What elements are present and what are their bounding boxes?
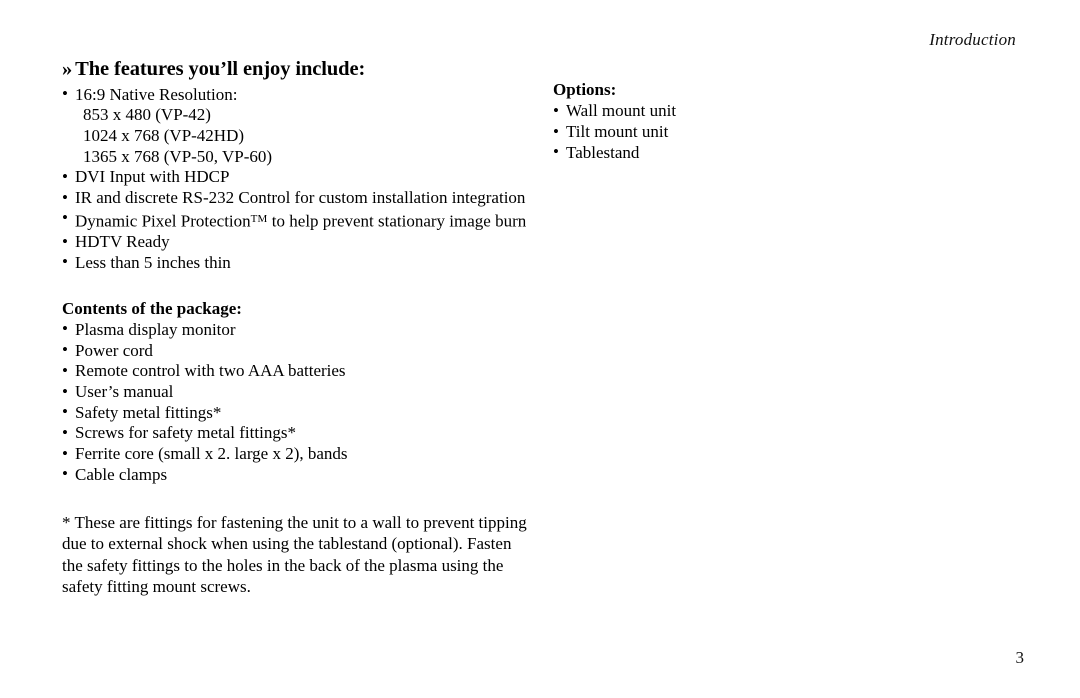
- package-title: Contents of the package:: [62, 298, 242, 318]
- page-title: » The features you’ll enjoy include:: [62, 58, 532, 82]
- list-item: Tablestand: [553, 142, 883, 164]
- page-number: 3: [1015, 648, 1025, 667]
- list-item-label: 16:9 Native Resolution:: [75, 84, 238, 104]
- list-item: Dynamic Pixel ProtectionTM to help preve…: [62, 208, 532, 232]
- list-item: HDTV Ready: [62, 232, 532, 253]
- list-item-label: 1024 x 768 (VP-42HD): [83, 125, 245, 145]
- list-item-label-suffix: to help prevent stationary image burn: [267, 211, 527, 231]
- list-item-label: Safety metal fittings*: [75, 402, 222, 422]
- list-item-label: DVI Input with HDCP: [75, 167, 230, 187]
- running-head: Introduction: [929, 30, 1016, 49]
- list-item-label: Wall mount unit: [566, 101, 677, 121]
- list-item: Safety metal fittings*: [62, 402, 532, 424]
- list-item: Wall mount unit: [553, 101, 883, 122]
- list-item: 853 x 480 (VP-42): [62, 105, 532, 126]
- list-item-label: Plasma display monitor: [75, 319, 236, 339]
- list-item-label: Less than 5 inches thin: [75, 252, 231, 272]
- right-column: Options: Wall mount unit Tilt mount unit…: [553, 80, 883, 164]
- options-list: Wall mount unit Tilt mount unit Tablesta…: [553, 101, 883, 163]
- list-item-label: Cable clamps: [75, 464, 168, 484]
- list-item: Ferrite core (small x 2. large x 2), ban…: [62, 444, 532, 465]
- features-list: 16:9 Native Resolution: 853 x 480 (VP-42…: [62, 84, 532, 274]
- list-item-label: Tablestand: [566, 142, 640, 162]
- list-item: Tilt mount unit: [553, 122, 883, 143]
- list-item: IR and discrete RS-232 Control for custo…: [62, 188, 532, 209]
- list-item: 16:9 Native Resolution:: [62, 84, 532, 106]
- list-item: Plasma display monitor: [62, 319, 532, 341]
- list-item: 1024 x 768 (VP-42HD): [62, 126, 532, 147]
- list-item-label: 1365 x 768 (VP-50, VP-60): [83, 146, 273, 166]
- footnote-spacer: [62, 486, 532, 512]
- list-item-label: Tilt mount unit: [566, 122, 669, 142]
- list-item: User’s manual: [62, 382, 532, 403]
- list-item: Power cord: [62, 340, 532, 362]
- footnote-text: * These are fittings for fastening the u…: [62, 512, 527, 597]
- list-item-label: Power cord: [75, 340, 153, 360]
- guillemet-icon: »: [62, 58, 73, 80]
- list-item-label: IR and discrete RS-232 Control for custo…: [75, 188, 526, 208]
- list-item-label: HDTV Ready: [75, 232, 170, 252]
- left-column: »The features you’ll enjoy include: 16:9…: [62, 58, 532, 598]
- package-contents-list: Plasma display monitor Power cord Remote…: [62, 319, 532, 486]
- page-title-text: The features you’ll enjoy include:: [75, 58, 366, 80]
- options-title: Options:: [553, 80, 617, 99]
- list-item-label: Remote control with two AAA batteries: [75, 361, 346, 381]
- list-item-label: Dynamic Pixel Protection: [75, 211, 251, 231]
- trademark-symbol: TM: [250, 212, 268, 225]
- list-item-label: User’s manual: [75, 382, 174, 401]
- list-item-label: 853 x 480 (VP-42): [83, 105, 211, 125]
- list-item: Less than 5 inches thin: [62, 252, 532, 274]
- list-item-label: Screws for safety metal fittings*: [75, 423, 296, 443]
- list-item: Remote control with two AAA batteries: [62, 361, 532, 382]
- list-item: DVI Input with HDCP: [62, 167, 532, 188]
- list-item: 1365 x 768 (VP-50, VP-60): [62, 147, 532, 168]
- document-page: Introduction » The features you’ll enjoy …: [0, 0, 1080, 698]
- list-item: Screws for safety metal fittings*: [62, 423, 532, 444]
- list-item: Cable clamps: [62, 464, 532, 486]
- list-item-label: Ferrite core (small x 2. large x 2), ban…: [75, 444, 348, 464]
